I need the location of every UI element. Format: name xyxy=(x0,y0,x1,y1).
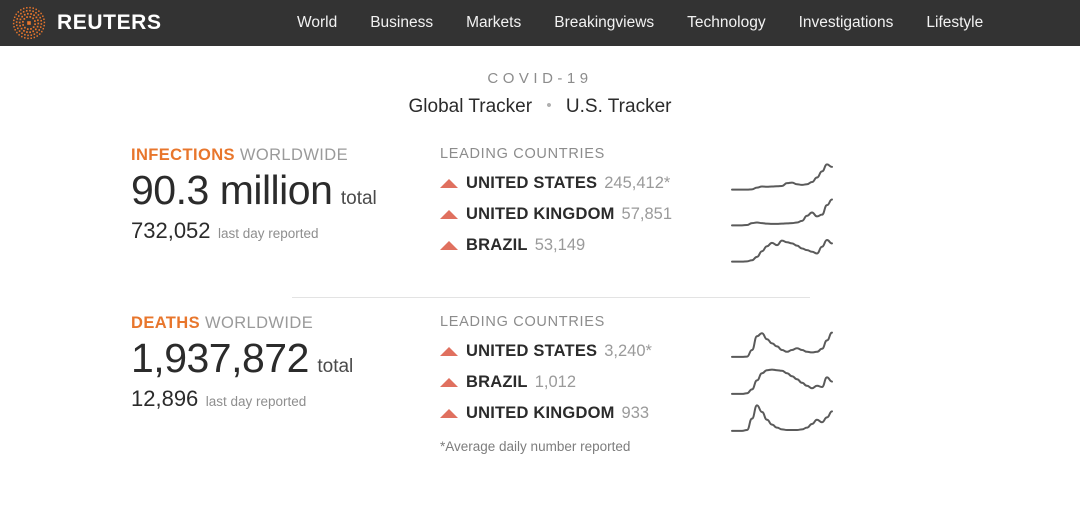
list-item[interactable]: UNITED STATES 3,240* xyxy=(440,336,652,367)
country-value: 1,012 xyxy=(534,373,576,391)
sparkline-chart-infections-uk xyxy=(731,198,833,227)
sparkline-chart-deaths-brazil xyxy=(731,368,833,395)
country-name: UNITED STATES xyxy=(466,342,598,360)
deaths-total: 1,937,872 total xyxy=(131,335,440,382)
infections-heading: INFECTIONS WORLDWIDE xyxy=(131,146,440,165)
triangle-up-icon xyxy=(440,210,458,219)
nav-item-breakingviews[interactable]: Breakingviews xyxy=(554,14,654,32)
infections-scope: WORLDWIDE xyxy=(239,146,349,164)
infections-sparklines xyxy=(728,160,836,266)
sparkline-chart-infections-us xyxy=(731,163,833,191)
infections-summary: INFECTIONS WORLDWIDE 90.3 million total … xyxy=(0,146,440,261)
deaths-countries-title: LEADING COUNTRIES xyxy=(440,314,605,330)
reuters-dots-logo-icon xyxy=(10,4,48,42)
infections-total-suffix: total xyxy=(340,188,377,209)
sparkline-chart-deaths-uk xyxy=(731,404,833,432)
nav-item-technology[interactable]: Technology xyxy=(687,14,765,32)
sparkline-chart-deaths-us xyxy=(731,331,833,358)
triangle-up-icon xyxy=(440,241,458,250)
infections-countries-title: LEADING COUNTRIES xyxy=(440,146,605,162)
deaths-panel: DEATHS WORLDWIDE 1,937,872 total 12,896 … xyxy=(0,314,1080,454)
country-value: 53,149 xyxy=(534,236,586,254)
infections-panel: INFECTIONS WORLDWIDE 90.3 million total … xyxy=(0,146,1080,263)
list-item[interactable]: BRAZIL 53,149 xyxy=(440,230,672,261)
list-item[interactable]: UNITED KINGDOM 933 xyxy=(440,398,652,429)
country-value: 933 xyxy=(621,404,650,422)
country-name: UNITED KINGDOM xyxy=(466,404,615,422)
tab-separator: • xyxy=(546,97,552,114)
nav-links: World Business Markets Breakingviews Tec… xyxy=(297,14,983,32)
deaths-footnote: *Average daily number reported xyxy=(440,439,631,454)
page-eyebrow: COVID-19 xyxy=(487,70,593,87)
top-navigation-bar: REUTERS World Business Markets Breakingv… xyxy=(0,0,1080,46)
deaths-heading: DEATHS WORLDWIDE xyxy=(131,314,440,333)
nav-item-business[interactable]: Business xyxy=(370,14,433,32)
infections-leading-countries: LEADING COUNTRIES UNITED STATES 245,412*… xyxy=(440,146,833,263)
nav-item-markets[interactable]: Markets xyxy=(466,14,521,32)
infections-total-value: 90.3 million xyxy=(131,167,333,213)
infections-total: 90.3 million total xyxy=(131,167,440,214)
deaths-sparklines xyxy=(728,326,836,436)
brand-logo-link[interactable]: REUTERS xyxy=(0,4,162,42)
sparkline-chart-infections-brazil xyxy=(731,239,833,263)
country-name: UNITED KINGDOM xyxy=(466,205,615,223)
infections-keyword: INFECTIONS xyxy=(131,146,235,164)
infections-daily-value: 732,052 xyxy=(131,218,211,243)
list-item[interactable]: UNITED KINGDOM 57,851 xyxy=(440,199,672,230)
triangle-up-icon xyxy=(440,347,458,356)
list-item[interactable]: BRAZIL 1,012 xyxy=(440,367,652,398)
deaths-daily: 12,896 last day reported xyxy=(131,386,440,412)
tab-global-tracker[interactable]: Global Tracker xyxy=(409,96,533,117)
country-value: 57,851 xyxy=(621,205,673,223)
deaths-daily-value: 12,896 xyxy=(131,386,199,411)
deaths-scope: WORLDWIDE xyxy=(205,314,314,332)
nav-item-lifestyle[interactable]: Lifestyle xyxy=(926,14,983,32)
deaths-total-suffix: total xyxy=(317,356,354,377)
triangle-up-icon xyxy=(440,179,458,188)
triangle-up-icon xyxy=(440,409,458,418)
deaths-leading-countries: LEADING COUNTRIES UNITED STATES 3,240* B… xyxy=(440,314,833,454)
section-divider xyxy=(292,297,810,298)
deaths-daily-suffix: last day reported xyxy=(205,394,307,409)
country-value: 3,240* xyxy=(604,342,652,360)
country-name: BRAZIL xyxy=(466,373,528,391)
nav-item-world[interactable]: World xyxy=(297,14,337,32)
deaths-total-value: 1,937,872 xyxy=(131,335,309,381)
deaths-summary: DEATHS WORLDWIDE 1,937,872 total 12,896 … xyxy=(0,314,440,454)
infections-daily: 732,052 last day reported xyxy=(131,218,440,244)
infections-daily-suffix: last day reported xyxy=(217,226,319,241)
list-item[interactable]: UNITED STATES 245,412* xyxy=(440,168,672,199)
triangle-up-icon xyxy=(440,378,458,387)
deaths-keyword: DEATHS xyxy=(131,314,201,332)
brand-name: REUTERS xyxy=(57,11,162,34)
country-value: 245,412* xyxy=(604,174,671,192)
nav-item-investigations[interactable]: Investigations xyxy=(799,14,894,32)
country-name: UNITED STATES xyxy=(466,174,598,192)
tab-us-tracker[interactable]: U.S. Tracker xyxy=(566,96,672,117)
tracker-header: COVID-19 Global Tracker • U.S. Tracker xyxy=(0,46,1080,118)
tracker-tabs: Global Tracker • U.S. Tracker xyxy=(0,96,1080,118)
country-name: BRAZIL xyxy=(466,236,528,254)
